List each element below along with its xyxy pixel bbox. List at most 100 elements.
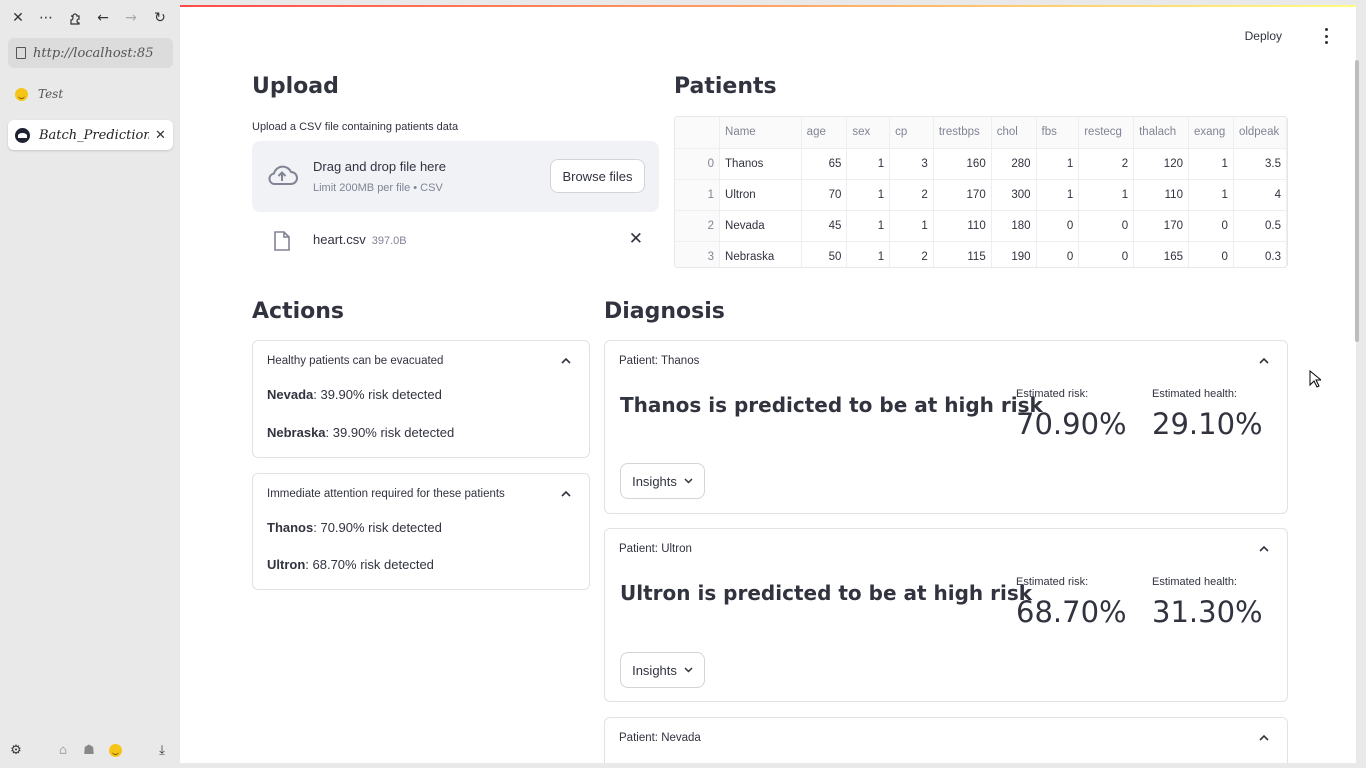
table-cell[interactable]: 300 (991, 179, 1037, 211)
table-cell[interactable]: 1 (1036, 179, 1080, 211)
table-cell[interactable]: 1 (1188, 148, 1234, 180)
column-header[interactable]: sex (846, 117, 891, 149)
column-header[interactable]: cp (889, 117, 934, 149)
download-icon[interactable]: ⤓ (154, 742, 170, 758)
table-cell[interactable]: 1 (846, 148, 891, 180)
column-header[interactable]: trestbps (933, 117, 992, 149)
chevron-up-icon[interactable] (1259, 733, 1269, 743)
table-cell[interactable]: 1 (846, 179, 891, 211)
table-cell[interactable]: 3 (889, 148, 934, 180)
deploy-button[interactable]: Deploy (1245, 29, 1282, 43)
patient-expander-ultron[interactable]: Patient: Ultron Ultron is predicted to b… (604, 528, 1288, 702)
patient-expander-nevada[interactable]: Patient: Nevada (604, 717, 1288, 763)
expander-title[interactable]: Immediate attention required for these p… (267, 488, 505, 500)
back-icon[interactable]: ← (94, 9, 112, 27)
table-cell[interactable]: 0.3 (1233, 241, 1287, 267)
reload-icon[interactable]: ↻ (151, 9, 169, 27)
home-icon[interactable]: ⌂ (55, 742, 71, 758)
cell-name[interactable]: Thanos (719, 148, 802, 180)
settings-icon[interactable]: ⚙ (8, 742, 24, 758)
table-cell[interactable]: 0 (1078, 241, 1135, 267)
chevron-up-icon[interactable] (1259, 544, 1269, 554)
table-cell[interactable]: 0.5 (1233, 210, 1287, 242)
table-cell[interactable]: 2 (1078, 148, 1135, 180)
table-cell[interactable]: 3.5 (1233, 148, 1287, 180)
cell-name[interactable]: Ultron (719, 179, 802, 211)
table-cell[interactable]: 170 (933, 179, 992, 211)
url-bar[interactable]: http://localhost:85 (8, 38, 173, 68)
column-header[interactable]: thalach (1133, 117, 1189, 149)
table-cell[interactable]: 1 (889, 210, 934, 242)
table-row[interactable]: 3 Nebraska 50 1 2 115 190 0 0 165 0 0.3 (675, 241, 1287, 267)
table-cell[interactable]: 115 (933, 241, 992, 267)
table-cell[interactable]: 120 (1133, 148, 1189, 180)
column-header[interactable]: restecg (1078, 117, 1135, 149)
table-cell[interactable]: 170 (1133, 210, 1189, 242)
table-cell[interactable]: 2 (889, 241, 934, 267)
chevron-up-icon[interactable] (561, 356, 571, 366)
browse-files-button[interactable]: Browse files (550, 159, 645, 193)
table-cell[interactable]: 1 (1078, 179, 1135, 211)
immediate-expander[interactable]: Immediate attention required for these p… (252, 473, 590, 590)
tab-close-icon[interactable]: ✕ (155, 128, 166, 143)
remove-file-icon[interactable]: ✕ (629, 229, 643, 249)
table-cell[interactable]: 190 (991, 241, 1037, 267)
column-header[interactable]: fbs (1036, 117, 1080, 149)
forward-icon[interactable]: → (122, 9, 140, 27)
expander-title[interactable]: Healthy patients can be evacuated (267, 355, 443, 367)
column-header[interactable]: Name (719, 117, 802, 149)
table-cell[interactable]: 180 (991, 210, 1037, 242)
table-cell[interactable]: 2 (889, 179, 934, 211)
page-scrollbar[interactable] (1355, 60, 1359, 342)
cell-name[interactable]: Nebraska (719, 241, 802, 267)
column-header[interactable]: age (801, 117, 848, 149)
browser-sidebar: ✕ ⋯ ← → ↻ http://localhost:85 Test Batch… (0, 0, 180, 768)
more-icon[interactable]: ⋯ (37, 9, 55, 27)
column-header[interactable]: exang (1188, 117, 1234, 149)
table-cell[interactable]: 165 (1133, 241, 1189, 267)
table-cell[interactable]: 45 (801, 210, 848, 242)
column-header[interactable] (675, 117, 721, 149)
table-cell[interactable]: 0 (1036, 210, 1080, 242)
table-cell[interactable]: 1 (846, 241, 891, 267)
main-menu-icon[interactable] (1322, 28, 1330, 44)
table-cell[interactable]: 0 (1188, 241, 1234, 267)
insights-button[interactable]: Insights (620, 652, 705, 688)
table-cell[interactable]: 280 (991, 148, 1037, 180)
bookmark-test[interactable]: Test (15, 87, 63, 101)
insights-button[interactable]: Insights (620, 463, 705, 499)
expander-title[interactable]: Patient: Thanos (619, 355, 699, 367)
table-cell[interactable]: 110 (933, 210, 992, 242)
emoji-icon[interactable] (107, 742, 123, 758)
table-cell[interactable]: 0 (1188, 210, 1234, 242)
cell-name[interactable]: Nevada (719, 210, 802, 242)
table-cell[interactable]: 65 (801, 148, 848, 180)
table-cell[interactable]: 1 (1188, 179, 1234, 211)
chevron-up-icon[interactable] (1259, 356, 1269, 366)
table-cell[interactable]: 4 (1233, 179, 1287, 211)
column-header[interactable]: oldpeak (1233, 117, 1287, 149)
table-cell[interactable]: 0 (1036, 241, 1080, 267)
table-cell[interactable]: 1 (1036, 148, 1080, 180)
browser-tab[interactable]: Batch_Prediction ✕ (8, 120, 173, 150)
chevron-up-icon[interactable] (561, 489, 571, 499)
expander-title[interactable]: Patient: Ultron (619, 543, 692, 555)
patients-table[interactable]: Name age sex cp trestbps chol fbs restec… (674, 116, 1288, 268)
healthy-expander[interactable]: Healthy patients can be evacuated Nevada… (252, 340, 590, 458)
table-row[interactable]: 1 Ultron 70 1 2 170 300 1 1 110 1 4 (675, 179, 1287, 211)
table-cell[interactable]: 110 (1133, 179, 1189, 211)
close-icon[interactable]: ✕ (9, 9, 27, 27)
table-cell[interactable]: 0 (1078, 210, 1135, 242)
profile-icon[interactable]: ☗ (81, 742, 97, 758)
column-header[interactable]: chol (991, 117, 1037, 149)
extensions-icon[interactable] (66, 9, 84, 27)
table-cell[interactable]: 50 (801, 241, 848, 267)
file-dropzone[interactable]: Drag and drop file here Limit 200MB per … (252, 141, 659, 212)
table-cell[interactable]: 1 (846, 210, 891, 242)
table-cell[interactable]: 70 (801, 179, 848, 211)
patient-expander-thanos[interactable]: Patient: Thanos Thanos is predicted to b… (604, 340, 1288, 514)
table-row[interactable]: 0 Thanos 65 1 3 160 280 1 2 120 1 3.5 (675, 148, 1287, 180)
table-row[interactable]: 2 Nevada 45 1 1 110 180 0 0 170 0 0.5 (675, 210, 1287, 242)
expander-title[interactable]: Patient: Nevada (619, 732, 701, 744)
table-cell[interactable]: 160 (933, 148, 992, 180)
